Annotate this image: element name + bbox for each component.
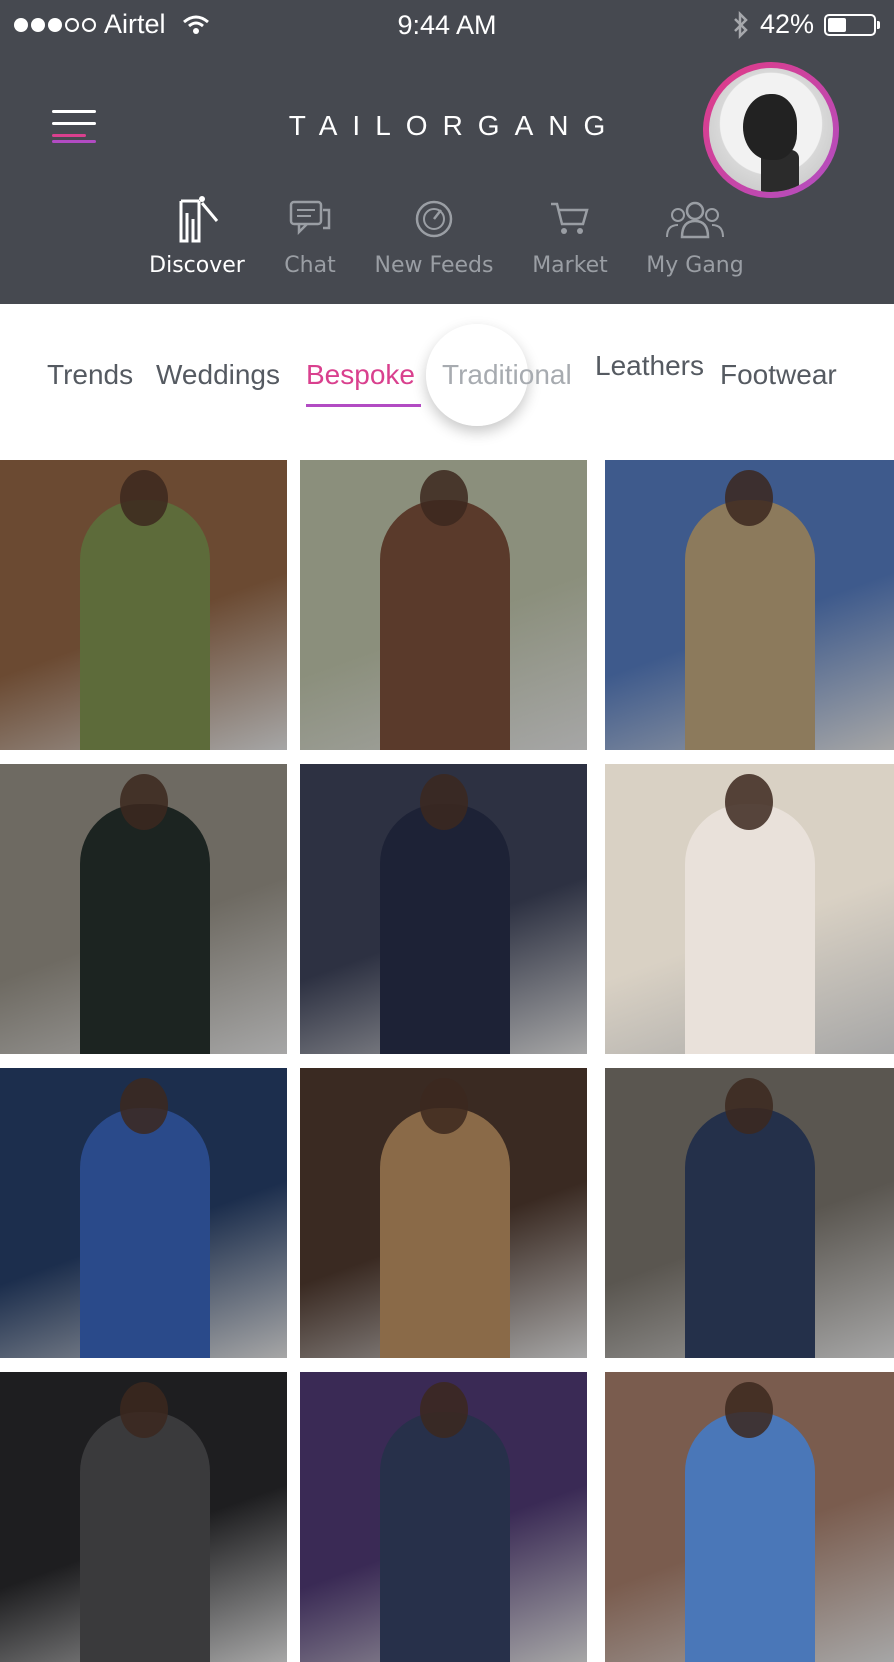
photo-subject-head — [120, 470, 168, 526]
photo-subject-head — [420, 1078, 468, 1134]
photo-subject — [380, 500, 510, 750]
gallery-photo-navy-morning-suit[interactable] — [0, 1068, 287, 1358]
photo-subject — [80, 1108, 210, 1358]
battery-icon — [824, 13, 880, 36]
photo-subject-head — [420, 774, 468, 830]
gallery-photo-velvet-double-breasted[interactable] — [0, 764, 287, 1054]
photo-subject — [80, 1412, 210, 1662]
category-weddings[interactable]: Weddings — [156, 359, 280, 391]
tab-discover[interactable]: Discover — [137, 190, 257, 278]
active-category-underline — [306, 404, 421, 407]
gallery-photo-blue-pattern-suit[interactable] — [605, 1372, 894, 1662]
tab-label: New Feeds — [374, 253, 494, 278]
photo-subject — [685, 1412, 815, 1662]
gallery-photo-green-tweed-vest[interactable] — [0, 460, 287, 750]
avatar[interactable] — [703, 62, 839, 198]
category-footwear[interactable]: Footwear — [720, 359, 837, 391]
photo-subject — [380, 804, 510, 1054]
group-icon — [666, 201, 724, 239]
gallery-photo-camel-tweed-jacket[interactable] — [300, 1068, 587, 1358]
photo-subject — [80, 500, 210, 750]
photo-subject — [685, 500, 815, 750]
category-bar: Trends Weddings Bespoke Traditional Leat… — [0, 304, 894, 460]
photo-subject-head — [725, 774, 773, 830]
gallery-photo-tailor-measuring[interactable] — [0, 1372, 287, 1662]
gallery-photo-fabric-flatlay[interactable] — [605, 460, 894, 750]
photo-subject — [380, 1108, 510, 1358]
photo-subject-head — [420, 1382, 468, 1438]
tab-new-feeds[interactable]: New Feeds — [374, 190, 494, 278]
tab-label: Chat — [284, 253, 336, 278]
photo-subject-head — [120, 1382, 168, 1438]
photo-subject-head — [725, 1382, 773, 1438]
tab-label: My Gang — [646, 253, 744, 278]
tab-my-gang[interactable]: My Gang — [635, 190, 755, 278]
bluetooth-icon — [734, 10, 748, 39]
photo-subject-head — [120, 774, 168, 830]
category-leathers[interactable]: Leathers — [595, 350, 704, 382]
gallery-photo-brown-tweed-jacket[interactable] — [300, 460, 587, 750]
feed-icon — [415, 200, 453, 238]
tab-label: Market — [532, 253, 608, 278]
battery-percent: 42% — [759, 9, 814, 39]
gallery-photo-runway-suit[interactable] — [300, 1372, 587, 1662]
tab-label: Discover — [149, 253, 245, 278]
photo-subject-head — [120, 1078, 168, 1134]
hanger-icon — [179, 196, 219, 243]
photo-subject — [80, 804, 210, 1054]
category-bespoke[interactable]: Bespoke — [306, 359, 415, 391]
top-bar: Airtel 9:44 AM 42% TAILORGANG Discover C… — [0, 0, 894, 304]
photo-subject — [380, 1412, 510, 1662]
tab-market[interactable]: Market — [510, 190, 630, 278]
photo-subject-head — [420, 470, 468, 526]
photo-subject-head — [725, 1078, 773, 1134]
nav-tabs: Discover Chat New Feeds Market My Gang — [0, 190, 894, 290]
tab-chat[interactable]: Chat — [250, 190, 370, 278]
category-trends[interactable]: Trends — [47, 359, 133, 391]
gallery-photo-navy-suit-seated[interactable] — [300, 764, 587, 1054]
photo-subject — [685, 1108, 815, 1358]
gallery-photo-wedding-couple[interactable] — [605, 764, 894, 1054]
category-traditional[interactable]: Traditional — [442, 359, 572, 391]
photo-subject-head — [725, 470, 773, 526]
gallery-photo-street-blazer[interactable] — [605, 1068, 894, 1358]
photo-subject — [685, 804, 815, 1054]
chat-icon — [289, 200, 331, 236]
status-bar: Airtel 9:44 AM 42% — [0, 0, 894, 50]
cart-icon — [551, 202, 589, 234]
